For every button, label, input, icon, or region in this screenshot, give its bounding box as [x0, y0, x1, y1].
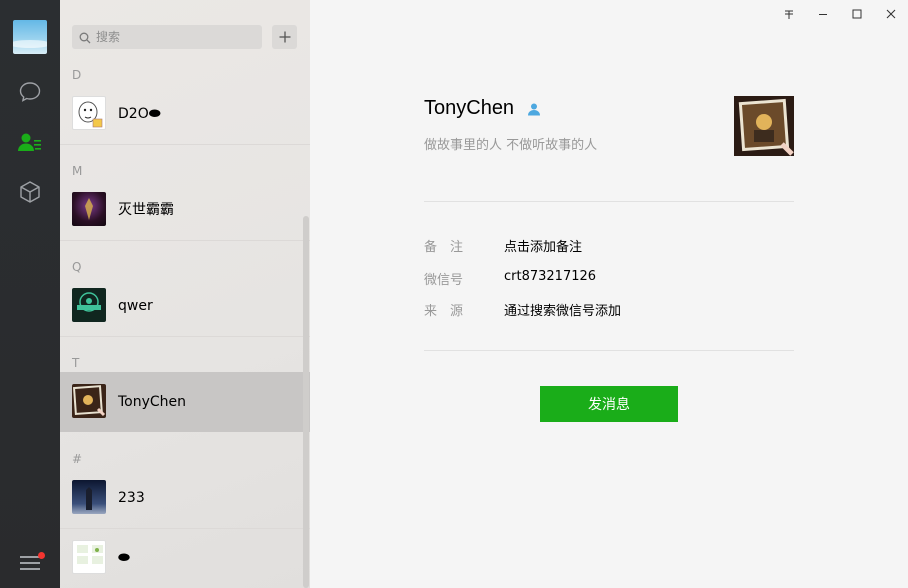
- chat-icon[interactable]: [17, 79, 43, 105]
- contact-item-selected[interactable]: TonyChen: [60, 372, 310, 432]
- minimize-icon[interactable]: [814, 5, 832, 23]
- divider: [424, 201, 794, 202]
- profile-panel: TonyChen 做故事里的人 不做听故事的人 备 注 点击添加备注 微信号 c…: [310, 0, 908, 588]
- notification-badge: [38, 552, 45, 559]
- divider: [60, 144, 310, 145]
- remark-value[interactable]: 点击添加备注: [504, 236, 582, 255]
- contact-item[interactable]: qwer: [60, 276, 310, 336]
- divider: [424, 350, 794, 351]
- pin-icon[interactable]: [780, 5, 798, 23]
- profile-avatar[interactable]: [734, 96, 794, 156]
- contact-list: D D2O⬬ M 灭世霸霸 Q qwer T TonyChen # 233: [60, 0, 310, 588]
- section-header-q: Q: [72, 260, 82, 274]
- search-box[interactable]: [72, 25, 262, 49]
- profile-name: TonyChen: [424, 97, 515, 119]
- contact-item[interactable]: D2O⬬: [60, 84, 310, 144]
- wechat-id-label: 微信号: [424, 273, 464, 288]
- user-avatar[interactable]: [13, 20, 47, 54]
- search-input[interactable]: [96, 28, 256, 46]
- profile-signature: 做故事里的人 不做听故事的人: [424, 138, 598, 153]
- contact-name: D2O⬬: [118, 106, 161, 122]
- close-icon[interactable]: [882, 5, 900, 23]
- section-header-t: T: [72, 356, 80, 370]
- contact-avatar: [72, 384, 106, 418]
- contact-name: ⬬: [118, 550, 130, 566]
- contacts-icon[interactable]: [17, 129, 43, 155]
- menu-icon[interactable]: [20, 556, 40, 570]
- contact-avatar: [72, 480, 106, 514]
- contact-name: qwer: [118, 298, 153, 314]
- contact-name: TonyChen: [118, 394, 187, 410]
- contact-name: 灭世霸霸: [118, 202, 174, 218]
- section-header-d: D: [72, 68, 82, 82]
- scrollbar[interactable]: [303, 216, 309, 588]
- nav-rail: [0, 0, 60, 588]
- contact-avatar: [72, 540, 106, 574]
- divider: [60, 336, 310, 337]
- contact-avatar: [72, 96, 106, 130]
- remark-label: 备 注: [424, 240, 464, 255]
- wechat-id-value: crt873217126: [504, 269, 597, 284]
- mini-program-icon[interactable]: [17, 179, 43, 205]
- person-icon: [527, 102, 541, 121]
- contact-avatar: [72, 288, 106, 322]
- contact-item[interactable]: ⬬: [60, 528, 310, 588]
- maximize-icon[interactable]: [848, 5, 866, 23]
- contact-item[interactable]: 233: [60, 468, 310, 528]
- source-label: 来 源: [424, 304, 464, 319]
- search-icon: [79, 31, 91, 49]
- add-contact-button[interactable]: [272, 25, 297, 49]
- contact-name: 233: [118, 490, 145, 506]
- send-message-button[interactable]: 发消息: [540, 386, 678, 422]
- plus-icon: [279, 31, 290, 43]
- section-header-m: M: [72, 164, 83, 178]
- contact-item[interactable]: 灭世霸霸: [60, 180, 310, 240]
- contact-avatar: [72, 192, 106, 226]
- section-header-hash: #: [72, 452, 83, 466]
- divider: [60, 240, 310, 241]
- source-value: 通过搜索微信号添加: [504, 304, 622, 319]
